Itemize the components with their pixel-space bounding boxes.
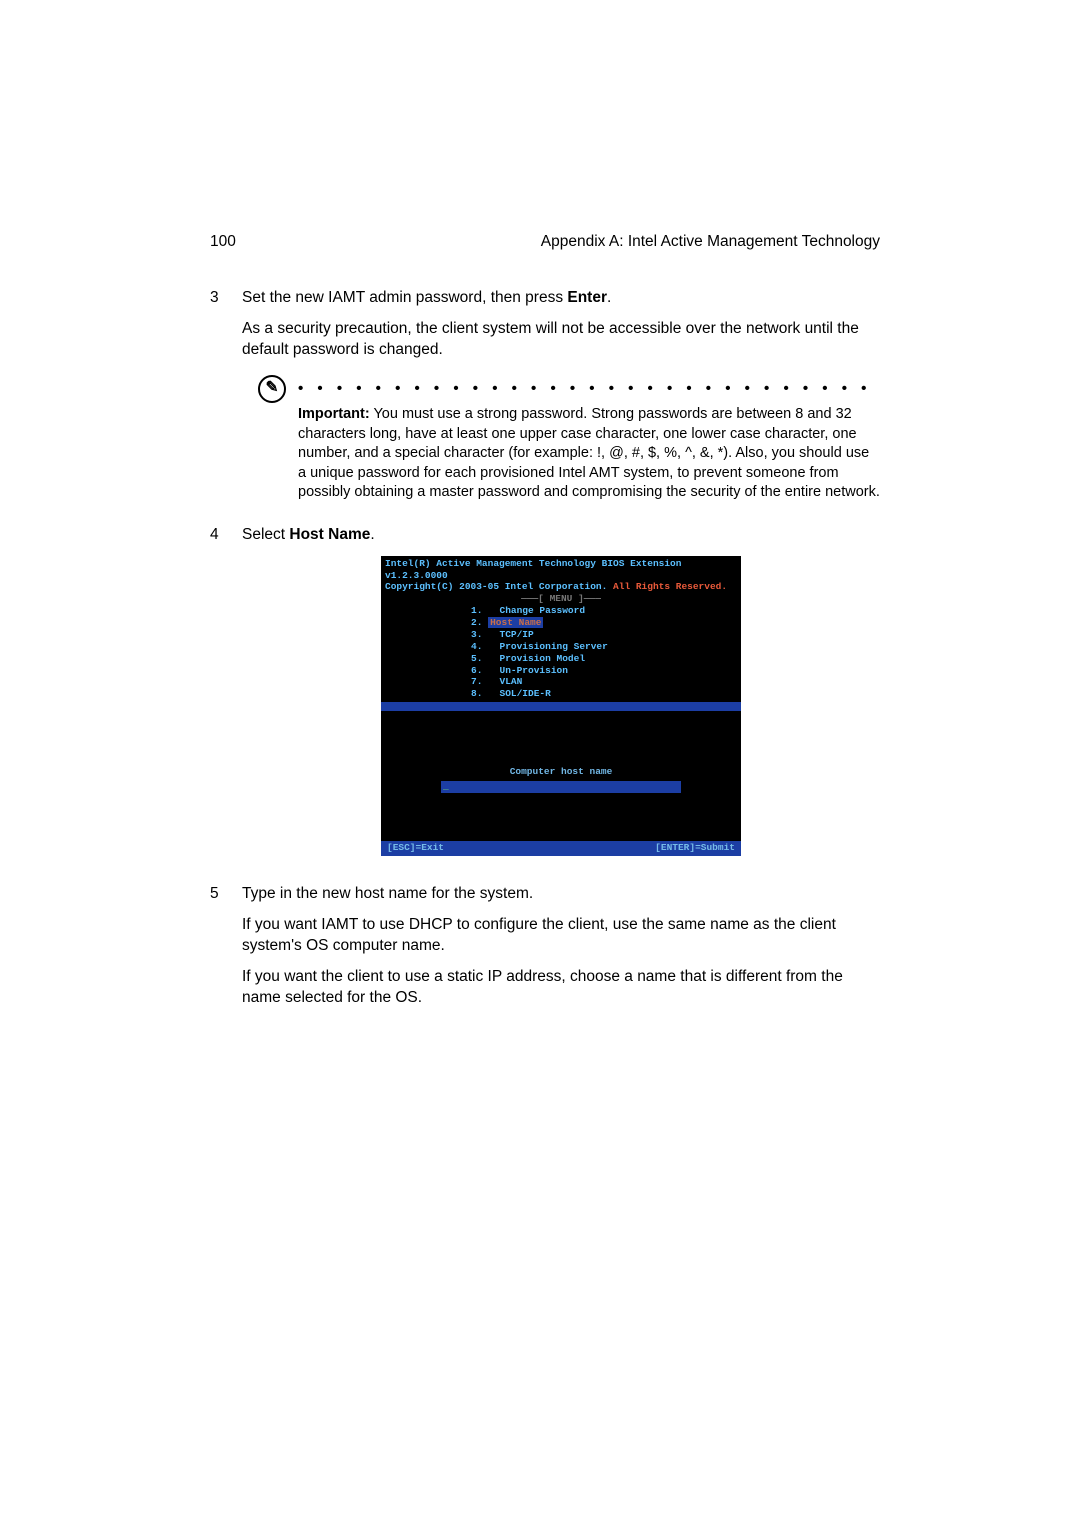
- text: .: [370, 526, 374, 543]
- text: All Rights Reserved.: [613, 581, 727, 592]
- cursor: _: [443, 781, 449, 792]
- bios-menu: 1. Change Password2. Host Name3. TCP/IP4…: [381, 605, 741, 702]
- text: .: [607, 289, 611, 306]
- step5-para3: If you want the client to use a static I…: [242, 967, 880, 1009]
- bios-prompt-area: Computer host name _: [381, 711, 741, 801]
- important-body: You must use a strong password. Strong p…: [298, 406, 880, 500]
- bios-prompt: Computer host name: [381, 766, 741, 779]
- page-header: 100 Appendix A: Intel Active Management …: [210, 232, 880, 253]
- bios-input: _: [441, 781, 681, 793]
- step-4: 4 Select Host Name. Intel(R) Active Mana…: [210, 525, 880, 878]
- important-note: ✎ • • • • • • • • • • • • • • • • • • • …: [258, 379, 880, 503]
- bios-foot-right: [ENTER]=Submit: [655, 842, 735, 855]
- document-page: 100 Appendix A: Intel Active Management …: [0, 0, 1080, 1528]
- bios-menu-item: 3. TCP/IP: [471, 629, 741, 641]
- step3-line1: Set the new IAMT admin password, then pr…: [242, 288, 880, 309]
- step3-para2: As a security precaution, the client sys…: [242, 319, 880, 361]
- bios-divider: [381, 702, 741, 711]
- step-number: 5: [210, 884, 242, 1019]
- page-number: 100: [210, 232, 270, 253]
- text: Select: [242, 526, 289, 543]
- step-3: 3 Set the new IAMT admin password, then …: [210, 288, 880, 371]
- important-label: Important:: [298, 406, 370, 422]
- bios-header: Intel(R) Active Management Technology BI…: [381, 556, 741, 606]
- bios-menu-item: 6. Un-Provision: [471, 665, 741, 677]
- bios-screenshot: Intel(R) Active Management Technology BI…: [381, 556, 741, 856]
- bios-menu-label: ———[ MENU ]———: [385, 593, 737, 605]
- step-body: Select Host Name. Intel(R) Active Manage…: [242, 525, 880, 878]
- step-body: Type in the new host name for the system…: [242, 884, 880, 1019]
- text: Set the new IAMT admin password, then pr…: [242, 289, 567, 306]
- step-number: 3: [210, 288, 242, 371]
- icon-glyph: ✎: [266, 378, 279, 399]
- appendix-title: Appendix A: Intel Active Management Tech…: [270, 232, 880, 253]
- bios-menu-item: 4. Provisioning Server: [471, 641, 741, 653]
- bios-menu-item: 7. VLAN: [471, 676, 741, 688]
- step-number: 4: [210, 525, 242, 878]
- spacer: [381, 801, 741, 841]
- step4-line1: Select Host Name.: [242, 525, 880, 546]
- step5-para1: Type in the new host name for the system…: [242, 884, 880, 905]
- bios-foot-left: [ESC]=Exit: [387, 842, 444, 855]
- step-body: Set the new IAMT admin password, then pr…: [242, 288, 880, 371]
- step5-para2: If you want IAMT to use DHCP to configur…: [242, 915, 880, 957]
- important-text: Important: You must use a strong passwor…: [298, 405, 880, 503]
- bios-title-1: Intel(R) Active Management Technology BI…: [385, 558, 737, 582]
- bios-menu-item: 1. Change Password: [471, 605, 741, 617]
- bios-menu-item: 8. SOL/IDE-R: [471, 688, 741, 700]
- bios-title-2: Copyright(C) 2003-05 Intel Corporation. …: [385, 581, 737, 593]
- option-host-name: Host Name: [289, 526, 370, 543]
- text: Copyright(C) 2003-05 Intel Corporation.: [385, 581, 613, 592]
- step-5: 5 Type in the new host name for the syst…: [210, 884, 880, 1019]
- divider-dots: • • • • • • • • • • • • • • • • • • • • …: [298, 379, 880, 399]
- bios-footer: [ESC]=Exit [ENTER]=Submit: [381, 841, 741, 856]
- bios-menu-item: 2. Host Name: [471, 617, 741, 629]
- pencil-icon: ✎: [258, 375, 286, 403]
- key-enter: Enter: [567, 289, 607, 306]
- bios-menu-item: 5. Provision Model: [471, 653, 741, 665]
